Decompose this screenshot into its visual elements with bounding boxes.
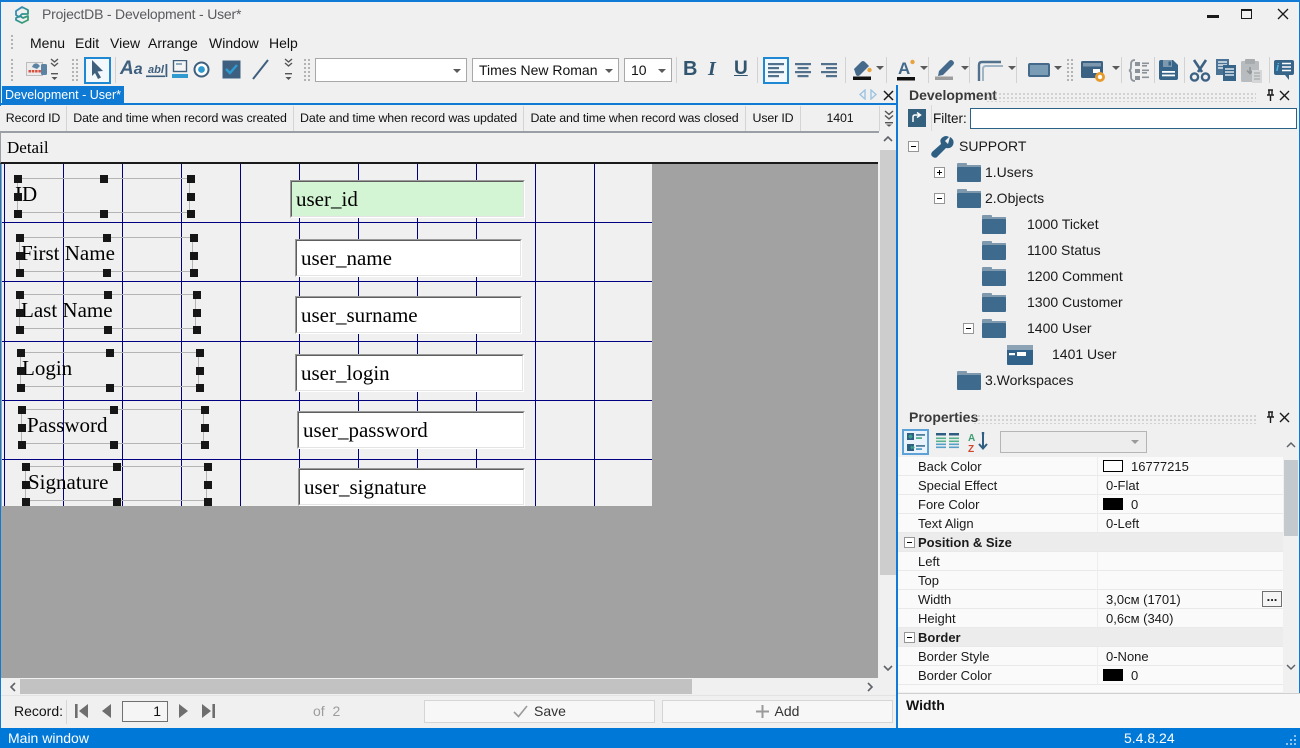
svg-text:abl: abl	[148, 64, 165, 76]
svg-text:A: A	[968, 433, 975, 444]
svg-text:Z: Z	[968, 444, 974, 453]
svg-text:A: A	[898, 59, 910, 78]
